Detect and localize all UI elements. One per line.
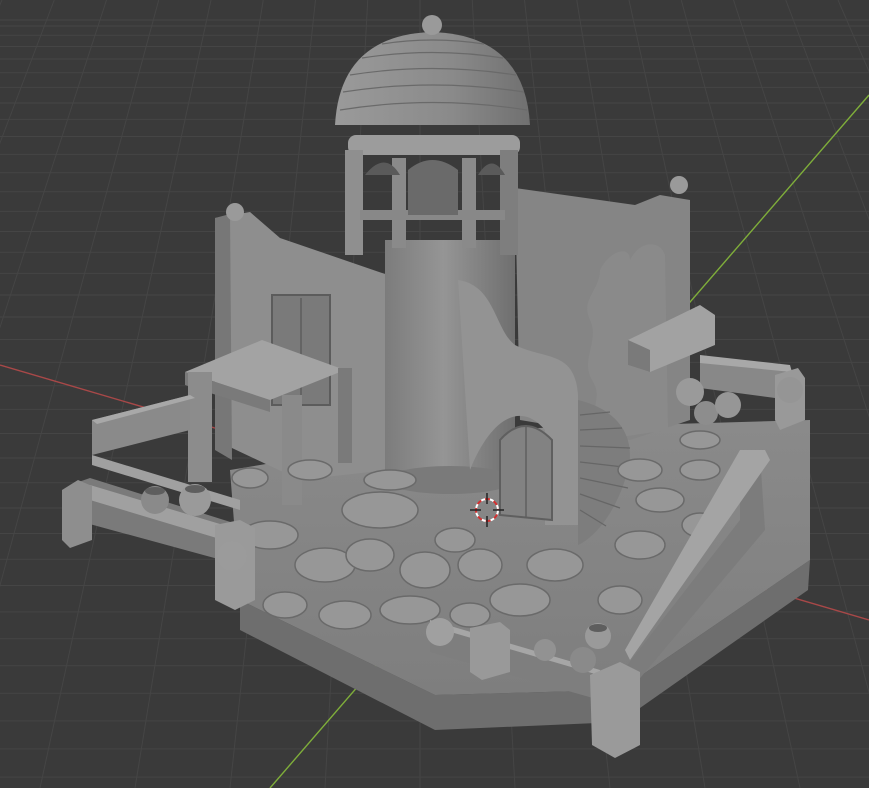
left-wall-side [215,214,232,460]
wall-finial-left [226,203,244,221]
tower-belvedere [345,135,520,255]
3d-viewport[interactable] [0,0,869,788]
dome-finial [422,15,442,35]
viewport-canvas[interactable] [0,0,869,788]
desert-tower-diorama[interactable] [62,15,810,758]
wall-finial-right [670,176,688,194]
